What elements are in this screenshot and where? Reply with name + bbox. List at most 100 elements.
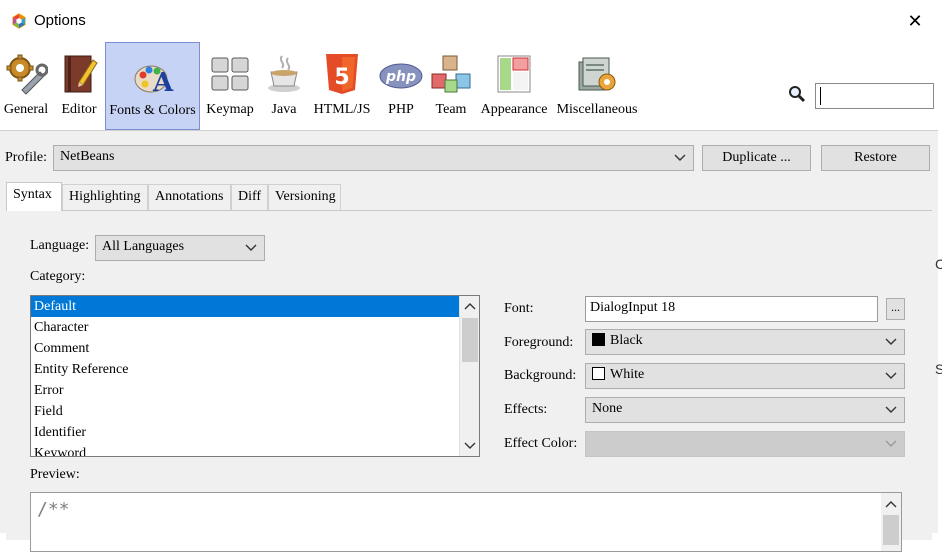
html5-icon: 5 bbox=[326, 54, 358, 94]
list-item[interactable]: Field bbox=[31, 401, 479, 422]
tool-label: Keymap bbox=[206, 102, 254, 117]
tool-label: Java bbox=[271, 102, 297, 117]
close-icon[interactable]: ✕ bbox=[905, 12, 925, 32]
font-chooser-button[interactable]: ... bbox=[886, 298, 905, 320]
list-item[interactable]: Comment bbox=[31, 338, 479, 359]
category-scrollbar[interactable] bbox=[459, 296, 479, 456]
effect-color-label: Effect Color: bbox=[504, 436, 578, 451]
background-label: Background: bbox=[504, 368, 577, 383]
tool-label: Miscellaneous bbox=[556, 102, 638, 117]
background-select[interactable]: White bbox=[585, 363, 905, 389]
font-label: Font: bbox=[504, 301, 534, 316]
chevron-down-icon bbox=[885, 440, 897, 447]
profile-value: NetBeans bbox=[60, 149, 115, 164]
java-cup-icon bbox=[268, 55, 300, 92]
tool-php[interactable]: php PHP bbox=[378, 42, 424, 130]
font-value: DialogInput 18 bbox=[590, 300, 676, 315]
keyboard-icon bbox=[211, 57, 249, 91]
foreground-label: Foreground: bbox=[504, 335, 574, 350]
tab-highlighting[interactable]: Highlighting bbox=[62, 184, 148, 210]
scroll-up-icon[interactable] bbox=[884, 497, 898, 511]
title-bar: Options ✕ bbox=[0, 0, 938, 44]
background-window-glyph: S bbox=[935, 361, 942, 377]
chevron-down-icon bbox=[885, 372, 897, 379]
scroll-down-icon[interactable] bbox=[463, 439, 477, 453]
effects-label: Effects: bbox=[504, 402, 548, 417]
tab-label: Versioning bbox=[275, 189, 336, 204]
effect-color-select[interactable] bbox=[585, 431, 905, 457]
tool-label: Editor bbox=[61, 102, 97, 117]
tool-label: PHP bbox=[388, 102, 414, 117]
tool-appearance[interactable]: Appearance bbox=[479, 42, 549, 130]
foreground-select[interactable]: Black bbox=[585, 329, 905, 355]
tool-java[interactable]: Java bbox=[264, 42, 304, 130]
background-swatch bbox=[592, 367, 605, 380]
tab-label: Annotations bbox=[155, 189, 224, 204]
effects-value: None bbox=[592, 401, 623, 416]
appearance-panels-icon bbox=[497, 55, 531, 93]
tool-editor[interactable]: Editor bbox=[56, 42, 102, 130]
scrollbar-thumb[interactable] bbox=[883, 515, 899, 545]
scroll-up-icon[interactable] bbox=[463, 299, 477, 313]
list-item[interactable]: Error bbox=[31, 380, 479, 401]
restore-button[interactable]: Restore bbox=[821, 145, 930, 171]
team-cubes-icon bbox=[431, 55, 471, 93]
language-value: All Languages bbox=[102, 239, 185, 254]
preview-label: Preview: bbox=[30, 467, 80, 482]
duplicate-button[interactable]: Duplicate ... bbox=[702, 145, 811, 171]
search-icon bbox=[789, 86, 806, 103]
category-list[interactable]: Default Character Comment Entity Referen… bbox=[30, 295, 480, 457]
language-select[interactable]: All Languages bbox=[95, 235, 265, 261]
chevron-down-icon bbox=[674, 154, 686, 161]
tool-team[interactable]: Team bbox=[430, 42, 472, 130]
palette-font-icon: A bbox=[134, 65, 174, 97]
book-pencil-icon bbox=[64, 55, 98, 93]
tab-label: Diff bbox=[238, 189, 262, 204]
effects-select[interactable]: None bbox=[585, 397, 905, 423]
syntax-panel: Language: All Languages Category: Defaul… bbox=[6, 210, 932, 552]
category-label: Category: bbox=[30, 269, 86, 284]
php-logo-text: php bbox=[385, 69, 416, 85]
foreground-swatch bbox=[592, 333, 605, 346]
tool-label: HTML/JS bbox=[313, 102, 371, 117]
chevron-down-icon bbox=[885, 338, 897, 345]
list-item[interactable]: Keyword bbox=[31, 443, 479, 456]
tool-html-js[interactable]: 5 HTML/JS bbox=[311, 42, 373, 130]
misc-folder-icon bbox=[578, 57, 616, 91]
tab-versioning[interactable]: Versioning bbox=[268, 184, 341, 210]
search-input[interactable] bbox=[815, 83, 934, 109]
profile-select[interactable]: NetBeans bbox=[53, 145, 694, 171]
preview-text: /** bbox=[37, 499, 70, 520]
tool-label: General bbox=[3, 102, 49, 117]
window-title: Options bbox=[34, 12, 86, 29]
tool-fonts-colors[interactable]: A Fonts & Colors bbox=[105, 42, 200, 130]
tool-keymap[interactable]: Keymap bbox=[204, 42, 256, 130]
netbeans-app-icon bbox=[12, 13, 26, 29]
preview-scrollbar[interactable] bbox=[881, 493, 901, 551]
tab-diff[interactable]: Diff bbox=[231, 184, 268, 210]
list-item[interactable]: Character bbox=[31, 317, 479, 338]
chevron-down-icon bbox=[885, 406, 897, 413]
tool-label: Fonts & Colors bbox=[109, 103, 196, 118]
tab-label: Syntax bbox=[13, 187, 52, 202]
options-window: Options ✕ General Editor A Fonts & Color… bbox=[0, 0, 938, 552]
tool-miscellaneous[interactable]: Miscellaneous bbox=[555, 42, 639, 130]
foreground-value: Black bbox=[610, 333, 643, 348]
scrollbar-thumb[interactable] bbox=[462, 318, 478, 362]
tool-general[interactable]: General bbox=[2, 42, 50, 130]
font-field[interactable]: DialogInput 18 bbox=[585, 296, 878, 322]
fonts-colors-pane: Profile: NetBeans Duplicate ... Restore … bbox=[0, 131, 938, 552]
svg-text:A: A bbox=[152, 68, 174, 97]
background-value: White bbox=[610, 367, 645, 382]
tab-syntax[interactable]: Syntax bbox=[6, 182, 62, 211]
preview-editor[interactable]: /** bbox=[30, 492, 902, 552]
tool-label: Appearance bbox=[480, 102, 548, 117]
php-icon: php bbox=[379, 63, 423, 89]
profile-label: Profile: bbox=[5, 150, 47, 165]
list-item[interactable]: Default bbox=[31, 296, 479, 317]
tab-annotations[interactable]: Annotations bbox=[148, 184, 231, 210]
list-item[interactable]: Identifier bbox=[31, 422, 479, 443]
text-caret bbox=[820, 87, 821, 105]
tab-label: Highlighting bbox=[69, 189, 141, 204]
list-item[interactable]: Entity Reference bbox=[31, 359, 479, 380]
